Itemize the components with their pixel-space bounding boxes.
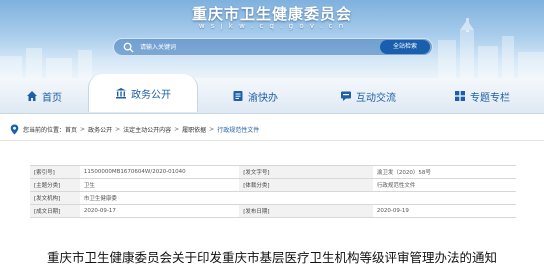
- nav-item-special-topics[interactable]: 专题专栏: [430, 78, 534, 114]
- info-value-doc-number: 渝卫发（2020）58号: [372, 165, 516, 179]
- main-navigation: 首页 政务公开 渝快办 互动交流 专题专栏: [0, 74, 544, 114]
- building-icon: [116, 88, 126, 99]
- info-label-index: [索引号]: [30, 165, 80, 179]
- breadcrumb-separator: >: [115, 125, 121, 133]
- search-bar: 全站检索: [113, 38, 433, 56]
- info-label-doc-number: [发文字号]: [239, 165, 373, 179]
- site-title[interactable]: 重庆市卫生健康委员会: [0, 3, 544, 24]
- info-label-written-date: [成文日期]: [30, 204, 80, 218]
- info-label-publish-date: [发布日期]: [239, 204, 373, 218]
- breadcrumb-normative-documents[interactable]: 行政规范性文件: [217, 125, 259, 134]
- table-row: [主题分类] 卫生 [体裁分类] 行政规范性文件: [30, 178, 516, 192]
- nav-item-home-label: 首页: [42, 92, 62, 104]
- breadcrumb-duty-basis[interactable]: 履职依据: [182, 125, 206, 134]
- table-row: [发文机构] 市卫生健康委: [30, 191, 516, 205]
- nav-item-government-affairs-label: 政务公开: [131, 89, 171, 101]
- info-value-publish-date: 2020-09-19: [372, 204, 516, 218]
- table-row: [成文日期] 2020-09-17 [发布日期] 2020-09-19: [30, 204, 516, 218]
- info-empty-cell: [239, 191, 373, 205]
- nav-item-government-affairs[interactable]: 政务公开: [88, 74, 198, 112]
- breadcrumb-prefix: 您当前的位置：: [23, 126, 66, 134]
- chat-icon: [341, 91, 351, 101]
- info-empty-cell: [372, 191, 516, 205]
- document-icon: [233, 91, 243, 101]
- search-icon: [123, 42, 134, 53]
- divider: [0, 140, 544, 141]
- breadcrumb-statutory-disclosure[interactable]: 法定主动公开内容: [123, 125, 171, 134]
- home-icon: [27, 91, 37, 101]
- site-domain: w s j k w . c q . g o v . c n: [198, 22, 346, 30]
- nav-item-yukuaiban[interactable]: 渝快办: [210, 78, 300, 114]
- document-info-table: [索引号] 11500000MB1670604W/2020-01040 [发文字…: [30, 165, 516, 218]
- nav-item-home[interactable]: 首页: [0, 78, 88, 114]
- info-label-topic: [主题分类]: [30, 178, 80, 192]
- info-label-issuer: [发文机构]: [30, 191, 80, 205]
- nav-item-interaction-label: 互动交流: [356, 92, 396, 104]
- breadcrumb: 您当前的位置： 首页 > 政务公开 > 法定主动公开内容 > 履职依据 > 行政…: [10, 122, 534, 136]
- site-search-button[interactable]: 全站检索: [380, 40, 430, 54]
- search-input[interactable]: [140, 41, 360, 54]
- info-value-index: 11500000MB1670604W/2020-01040: [79, 165, 240, 179]
- header-banner: 重庆市卫生健康委员会 w s j k w . c q . g o v . c n…: [0, 0, 544, 80]
- info-label-genre: [体裁分类]: [239, 178, 373, 192]
- nav-item-special-topics-label: 专题专栏: [470, 92, 510, 104]
- nav-item-interaction[interactable]: 互动交流: [318, 78, 418, 114]
- info-value-genre: 行政规范性文件: [372, 178, 516, 192]
- breadcrumb-separator: >: [80, 125, 86, 133]
- location-pin-icon: [10, 124, 19, 134]
- info-value-written-date: 2020-09-17: [79, 204, 240, 218]
- nav-item-yukuaiban-label: 渝快办: [248, 92, 278, 104]
- info-value-issuer: 市卫生健康委: [79, 191, 240, 205]
- info-value-topic: 卫生: [79, 178, 240, 192]
- breadcrumb-government-affairs[interactable]: 政务公开: [88, 125, 112, 134]
- document-title: 重庆市卫生健康委员会关于印发重庆市基层医疗卫生机构等级评审管理办法的通知: [46, 250, 497, 265]
- table-row: [索引号] 11500000MB1670604W/2020-01040 [发文字…: [30, 165, 516, 179]
- grid-icon: [455, 91, 465, 101]
- breadcrumb-separator: >: [209, 125, 215, 133]
- breadcrumb-home[interactable]: 首页: [65, 125, 77, 134]
- breadcrumb-separator: >: [174, 125, 180, 133]
